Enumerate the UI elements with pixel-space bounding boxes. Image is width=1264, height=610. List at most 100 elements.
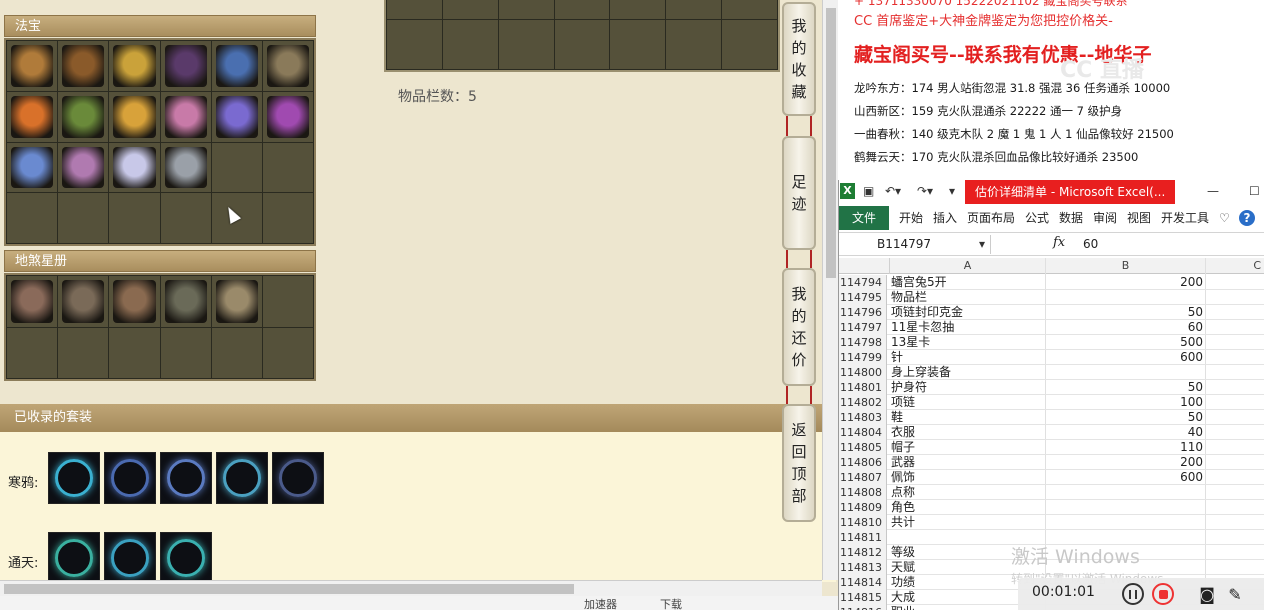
item-slot[interactable] xyxy=(7,142,58,193)
cell-b[interactable]: 50 xyxy=(1047,380,1205,395)
item-slot[interactable] xyxy=(211,327,262,378)
item-slot[interactable] xyxy=(58,193,109,243)
row-number[interactable]: 114816 xyxy=(839,605,887,610)
item-slot[interactable] xyxy=(262,41,313,91)
item-slot[interactable] xyxy=(262,91,313,142)
pen-icon[interactable]: ✎ xyxy=(1224,583,1246,605)
ribbon-tab[interactable]: 公式 xyxy=(1025,206,1049,230)
inventory-slot[interactable] xyxy=(387,20,442,69)
cell-a[interactable]: 鞋 xyxy=(891,410,1045,425)
row-number[interactable]: 114813 xyxy=(839,560,887,575)
item-slot[interactable] xyxy=(211,142,262,193)
item-slot[interactable] xyxy=(160,41,211,91)
cell-a[interactable]: 蟠宫兔5开 xyxy=(891,275,1045,290)
name-box[interactable]: B114797 xyxy=(841,235,991,254)
ribbon-tab[interactable]: 视图 xyxy=(1127,206,1151,230)
col-header-a[interactable]: A xyxy=(889,258,1045,274)
suit-item-icon[interactable] xyxy=(48,452,100,504)
item-slot[interactable] xyxy=(7,327,58,378)
item-slot[interactable] xyxy=(262,276,313,327)
row-number[interactable]: 114802 xyxy=(839,395,887,410)
save-icon[interactable]: ▣ xyxy=(863,183,874,199)
item-slot[interactable] xyxy=(160,193,211,243)
cell-a[interactable]: 衣服 xyxy=(891,425,1045,440)
item-slot[interactable] xyxy=(7,193,58,243)
inventory-slot[interactable] xyxy=(610,20,666,69)
item-slot[interactable] xyxy=(262,142,313,193)
minimize-icon[interactable]: — xyxy=(1207,183,1219,199)
item-slot[interactable] xyxy=(109,91,160,142)
row-number[interactable]: 114796 xyxy=(839,305,887,320)
tab-footprint[interactable]: 足迹 xyxy=(782,136,816,250)
item-slot[interactable] xyxy=(7,91,58,142)
cell-a[interactable]: 11星卡忽抽 xyxy=(891,320,1045,335)
item-slot[interactable] xyxy=(211,276,262,327)
cell-b[interactable]: 600 xyxy=(1047,470,1205,485)
item-slot[interactable] xyxy=(262,327,313,378)
item-slot[interactable] xyxy=(109,327,160,378)
row-number[interactable]: 114812 xyxy=(839,545,887,560)
maximize-icon[interactable]: ☐ xyxy=(1249,183,1260,199)
suit-item-icon[interactable] xyxy=(48,532,100,584)
cell-b[interactable]: 50 xyxy=(1047,305,1205,320)
redo-icon[interactable]: ↷▾ xyxy=(917,183,933,199)
item-slot[interactable] xyxy=(109,41,160,91)
cell-b[interactable]: 100 xyxy=(1047,395,1205,410)
suit-item-icon[interactable] xyxy=(272,452,324,504)
cell-a[interactable]: 护身符 xyxy=(891,380,1045,395)
cell-a[interactable]: 帽子 xyxy=(891,440,1045,455)
tab-file[interactable]: 文件 xyxy=(839,206,889,230)
camera-icon[interactable]: ◙ xyxy=(1196,583,1218,605)
row-number[interactable]: 114805 xyxy=(839,440,887,455)
cell-b[interactable]: 60 xyxy=(1047,320,1205,335)
suit-item-icon[interactable] xyxy=(160,532,212,584)
cell-b[interactable]: 40 xyxy=(1047,425,1205,440)
item-slot[interactable] xyxy=(211,91,262,142)
fx-icon[interactable]: fx xyxy=(1053,235,1065,250)
suit-item-icon[interactable] xyxy=(104,452,156,504)
inventory-slot[interactable] xyxy=(387,0,442,19)
pause-icon[interactable] xyxy=(1122,583,1144,605)
inventory-slot[interactable] xyxy=(554,0,610,19)
row-number[interactable]: 114795 xyxy=(839,290,887,305)
inventory-slot[interactable] xyxy=(442,0,498,19)
item-slot[interactable] xyxy=(160,91,211,142)
inventory-slot[interactable] xyxy=(722,20,777,69)
suit-item-icon[interactable] xyxy=(160,452,212,504)
ribbon-tab[interactable]: 页面布局 xyxy=(967,206,1015,230)
col-header-b[interactable]: B xyxy=(1045,258,1205,274)
formula-input[interactable]: 60 xyxy=(1083,235,1098,254)
item-slot[interactable] xyxy=(262,193,313,243)
ribbon-tab[interactable]: 开始 xyxy=(899,206,923,230)
status-download[interactable]: 下载 xyxy=(660,596,682,610)
item-slot[interactable] xyxy=(211,41,262,91)
inventory-slot[interactable] xyxy=(666,20,722,69)
item-slot[interactable] xyxy=(58,276,109,327)
item-slot[interactable] xyxy=(160,327,211,378)
cell-b[interactable]: 200 xyxy=(1047,275,1205,290)
inventory-slot[interactable] xyxy=(554,20,610,69)
row-number[interactable]: 114811 xyxy=(839,530,887,545)
horizontal-scroll-thumb[interactable] xyxy=(4,584,574,594)
item-slot[interactable] xyxy=(109,276,160,327)
ribbon-tab[interactable]: 插入 xyxy=(933,206,957,230)
row-number[interactable]: 114797 xyxy=(839,320,887,335)
cell-b[interactable]: 600 xyxy=(1047,350,1205,365)
col-header-c[interactable]: C xyxy=(1205,258,1264,274)
ribbon-tab[interactable]: 数据 xyxy=(1059,206,1083,230)
vertical-scrollbar[interactable] xyxy=(822,0,838,580)
cell-a[interactable]: 针 xyxy=(891,350,1045,365)
item-slot[interactable] xyxy=(160,142,211,193)
inventory-slot[interactable] xyxy=(610,0,666,19)
name-box-dropdown-icon[interactable]: ▾ xyxy=(979,236,985,252)
item-slot[interactable] xyxy=(7,276,58,327)
stop-icon[interactable] xyxy=(1152,583,1174,605)
horizontal-scrollbar[interactable] xyxy=(0,580,822,596)
cell-a[interactable]: 佩饰 xyxy=(891,470,1045,485)
row-number[interactable]: 114798 xyxy=(839,335,887,350)
row-number[interactable]: 114800 xyxy=(839,365,887,380)
item-slot[interactable] xyxy=(160,276,211,327)
inventory-slot[interactable] xyxy=(442,20,498,69)
item-slot[interactable] xyxy=(109,142,160,193)
tab-my-offer[interactable]: 我的还价 xyxy=(782,268,816,386)
